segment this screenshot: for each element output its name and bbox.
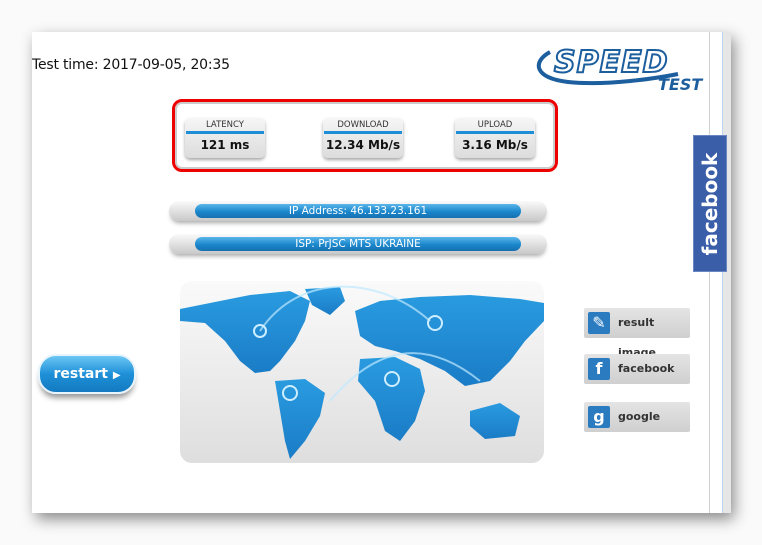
isp-bar: ISP: PrJSC MTS UKRAINE — [169, 234, 547, 254]
facebook-share-button[interactable]: f facebook — [584, 354, 690, 384]
africa — [358, 357, 425, 441]
facebook-tab-label: facebook — [698, 152, 722, 255]
facebook-side-tab[interactable]: facebook — [693, 135, 727, 272]
speedtest-window: Test time: 2017-09-05, 20:35 SPEED TEST … — [32, 32, 731, 513]
facebook-label: facebook — [618, 362, 675, 375]
world-map — [180, 281, 544, 463]
download-label: DOWNLOAD — [337, 120, 389, 130]
north-america — [180, 291, 310, 373]
latency-value: 121 ms — [200, 138, 250, 152]
facebook-icon: f — [588, 358, 610, 380]
image-edit-icon: ✎ — [588, 312, 610, 334]
latency-label: LATENCY — [206, 120, 244, 130]
restart-button[interactable]: restart ▶ — [38, 354, 136, 394]
ip-address: IP Address: 46.133.23.161 — [195, 204, 521, 218]
result-image-button[interactable]: ✎ result image — [584, 308, 690, 359]
scrollbar[interactable] — [722, 32, 731, 513]
speedtest-logo: SPEED TEST — [536, 44, 703, 94]
restart-label: restart — [53, 366, 108, 382]
ip-address-bar: IP Address: 46.133.23.161 — [169, 201, 547, 221]
download-card: DOWNLOAD 12.34 Mb/s — [323, 118, 403, 158]
google-share-button[interactable]: g google — [584, 402, 690, 432]
play-arrow-icon: ▶ — [112, 370, 121, 381]
upload-label: UPLOAD — [477, 120, 513, 130]
test-time: Test time: 2017-09-05, 20:35 — [32, 57, 230, 73]
australia — [470, 403, 520, 439]
latency-card: LATENCY 121 ms — [185, 118, 265, 158]
upload-value: 3.16 Mb/s — [462, 138, 528, 152]
results-panel: LATENCY 121 ms DOWNLOAD 12.34 Mb/s UPLOA… — [172, 99, 558, 172]
isp: ISP: PrJSC MTS UKRAINE — [195, 237, 521, 251]
logo-test-text: TEST — [658, 75, 703, 94]
world-map-graphic — [180, 285, 544, 459]
download-value: 12.34 Mb/s — [325, 138, 401, 152]
google-icon: g — [588, 406, 610, 428]
divider — [709, 32, 710, 513]
upload-card: UPLOAD 3.16 Mb/s — [455, 118, 535, 158]
google-label: google — [618, 410, 661, 423]
logo-speed-text: SPEED — [554, 45, 668, 80]
